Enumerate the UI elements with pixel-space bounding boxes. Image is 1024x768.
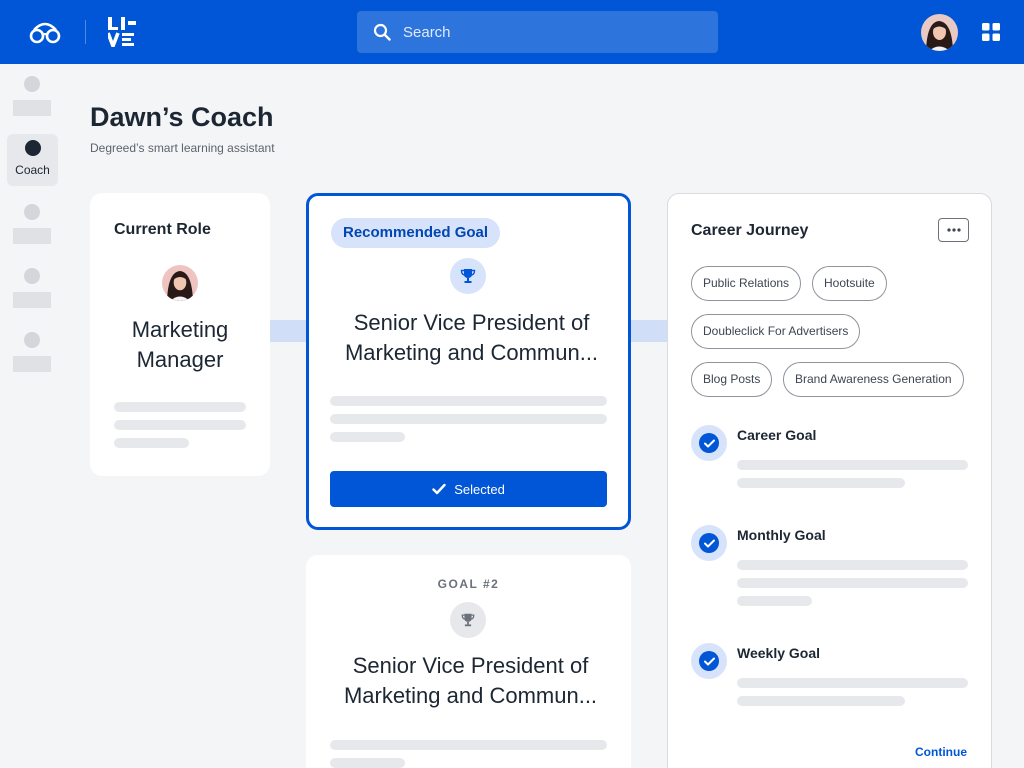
header-divider	[85, 20, 86, 44]
text-placeholder	[330, 740, 607, 750]
role-avatar	[162, 265, 198, 301]
recommended-goal-card[interactable]: Recommended Goal Senior Vice President o…	[306, 193, 631, 530]
apps-grid-icon[interactable]	[982, 23, 1000, 41]
nav-dot-icon	[24, 332, 40, 348]
skill-tag[interactable]: Blog Posts	[691, 362, 773, 397]
check-circle-icon	[691, 643, 727, 679]
skill-tag[interactable]: Hootsuite	[812, 266, 887, 301]
career-journey-card: Career Journey Public Relations Hootsuit…	[667, 193, 992, 768]
nav-item-coach[interactable]: Coach	[7, 134, 58, 186]
user-avatar[interactable]	[921, 14, 958, 51]
nav-item-4[interactable]	[13, 268, 51, 308]
text-placeholder	[114, 420, 246, 430]
nav-item-5[interactable]	[13, 332, 51, 372]
career-journey-heading: Career Journey	[691, 222, 809, 239]
coach-nav-icon	[24, 140, 41, 156]
goal-2-label: GOAL #2	[437, 577, 500, 591]
text-placeholder	[330, 414, 607, 424]
search-bar[interactable]	[357, 11, 718, 53]
nav-item-1[interactable]	[13, 76, 51, 116]
nav-label-placeholder	[13, 100, 51, 116]
live-logo-icon	[108, 17, 136, 47]
goal-2-title: Senior Vice President of Marketing and C…	[343, 653, 598, 708]
weekly-goal-label: Weekly Goal	[737, 645, 821, 661]
nav-label-placeholder	[13, 292, 51, 308]
text-placeholder	[114, 438, 189, 448]
text-placeholder	[114, 402, 246, 412]
nav-item-label: Coach	[15, 163, 50, 177]
text-placeholder	[737, 560, 968, 570]
trophy-icon	[450, 602, 486, 638]
nav-label-placeholder	[13, 228, 51, 244]
trophy-icon	[450, 258, 486, 294]
more-options-button[interactable]	[938, 218, 969, 242]
nav-item-3[interactable]	[13, 204, 51, 244]
text-placeholder	[737, 578, 968, 588]
top-bar	[0, 0, 1024, 64]
nav-dot-icon	[24, 268, 40, 284]
text-placeholder	[737, 460, 968, 470]
search-input[interactable]	[403, 23, 683, 41]
path-connector	[270, 320, 307, 342]
role-avatar-image	[162, 265, 198, 301]
recommended-goal-title: Senior Vice President of Marketing and C…	[344, 310, 599, 365]
check-circle-icon	[691, 525, 727, 561]
current-role-card: Current Role Marketing Manager	[90, 193, 270, 476]
selected-button-label: Selected	[454, 481, 505, 497]
text-placeholder	[330, 758, 405, 768]
search-icon	[373, 23, 391, 41]
user-avatar-image	[921, 14, 958, 51]
page-title: Dawn’s Coach	[90, 102, 274, 132]
text-placeholder	[737, 478, 905, 488]
more-horizontal-icon	[946, 228, 961, 232]
current-role-heading: Current Role	[114, 221, 211, 238]
degreed-logo-icon[interactable]	[28, 18, 62, 46]
monthly-goal-label: Monthly Goal	[737, 527, 826, 543]
path-connector	[630, 320, 668, 342]
text-placeholder	[737, 696, 905, 706]
text-placeholder	[330, 432, 405, 442]
nav-dot-icon	[24, 204, 40, 220]
skill-tag[interactable]: Public Relations	[691, 266, 802, 301]
skill-tag[interactable]: Doubleclick For Advertisers	[691, 314, 861, 349]
skill-tag[interactable]: Brand Awareness Generation	[783, 362, 964, 397]
text-placeholder	[330, 396, 607, 406]
goal-2-card[interactable]: GOAL #2 Senior Vice President of Marketi…	[306, 555, 631, 768]
text-placeholder	[737, 678, 968, 688]
check-circle-icon	[691, 425, 727, 461]
text-placeholder	[737, 596, 812, 606]
current-role-title: Marketing Manager	[131, 317, 229, 372]
career-goal-label: Career Goal	[737, 427, 817, 443]
checkmark-icon	[432, 483, 446, 495]
page-subtitle: Degreed’s smart learning assistant	[90, 141, 275, 155]
recommended-goal-badge: Recommended Goal	[331, 218, 501, 248]
selected-button[interactable]: Selected	[330, 471, 607, 507]
nav-dot-icon	[24, 76, 40, 92]
continue-link[interactable]: Continue	[915, 745, 967, 759]
nav-label-placeholder	[13, 356, 51, 372]
